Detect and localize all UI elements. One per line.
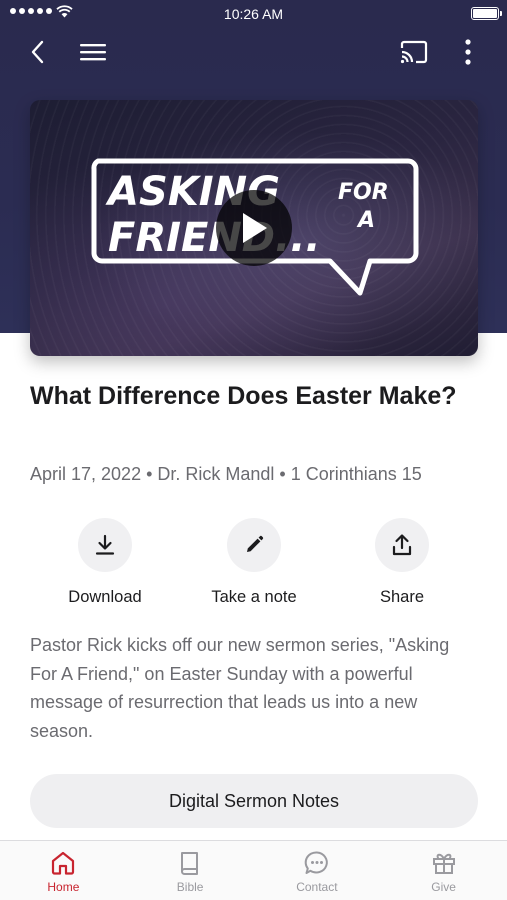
digital-sermon-notes-button[interactable]: Digital Sermon Notes: [30, 774, 478, 828]
share-icon-circle: [375, 518, 429, 572]
battery-icon: [471, 7, 502, 20]
bottom-tab-bar: Home Bible Contact Give: [0, 840, 507, 900]
tab-home-label: Home: [47, 880, 80, 894]
download-button[interactable]: Download: [45, 518, 165, 607]
book-icon: [181, 852, 199, 875]
share-button[interactable]: Share: [342, 518, 462, 607]
play-button[interactable]: [216, 190, 292, 266]
take-note-label: Take a note: [211, 588, 297, 606]
tab-bible-label: Bible: [176, 880, 204, 894]
home-icon: [52, 851, 75, 875]
tab-give-label: Give: [431, 880, 456, 894]
chevron-left-icon: [31, 40, 44, 64]
sermon-actions: Download Take a note Share: [0, 518, 507, 610]
status-bar: 10:26 AM: [0, 0, 507, 28]
share-label: Share: [379, 588, 425, 606]
hamburger-menu-icon: [80, 44, 106, 61]
more-vertical-icon: [465, 39, 471, 65]
play-icon: [243, 213, 267, 243]
tab-home[interactable]: Home: [0, 841, 127, 900]
take-note-button[interactable]: Take a note: [194, 518, 314, 607]
pencil-icon: [247, 535, 264, 552]
take-note-icon-circle: [227, 518, 281, 572]
sermon-description: Pastor Rick kicks off our new sermon ser…: [30, 635, 450, 741]
back-button[interactable]: [22, 36, 54, 68]
tab-contact-label: Contact: [296, 880, 338, 894]
logo-text-a: A: [356, 208, 375, 233]
chat-bubble-icon: [304, 851, 328, 874]
gift-icon: [432, 853, 455, 874]
sermon-video-player[interactable]: ASKING FRIEND... FOR A: [30, 100, 478, 356]
sermon-meta: April 17, 2022 • Dr. Rick Mandl • 1 Cori…: [30, 464, 422, 484]
menu-button[interactable]: [77, 36, 109, 68]
cast-button[interactable]: [398, 36, 430, 68]
tab-bible[interactable]: Bible: [127, 841, 254, 900]
download-label: Download: [68, 588, 142, 606]
cast-icon: [400, 40, 428, 64]
status-time: 10:26 AM: [223, 6, 284, 22]
share-icon: [392, 534, 412, 556]
tab-contact[interactable]: Contact: [254, 841, 381, 900]
download-icon: [95, 534, 115, 555]
download-icon-circle: [78, 518, 132, 572]
sermon-title: What Difference Does Easter Make?: [30, 382, 457, 410]
logo-text-for: FOR: [338, 180, 389, 205]
tab-give[interactable]: Give: [380, 841, 507, 900]
top-nav-bar: [0, 30, 507, 74]
more-options-button[interactable]: [452, 36, 484, 68]
